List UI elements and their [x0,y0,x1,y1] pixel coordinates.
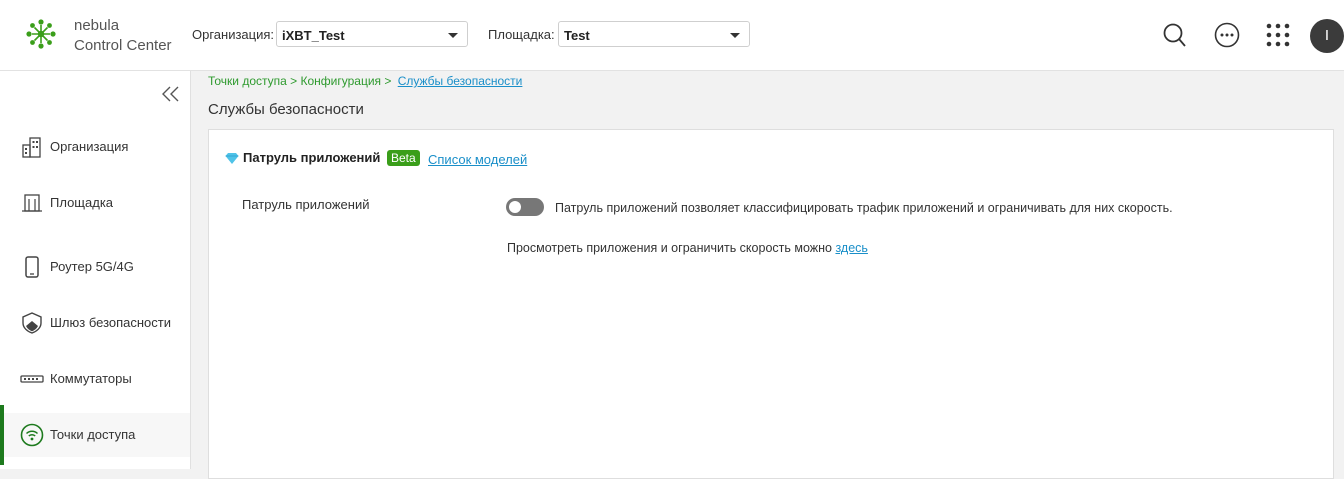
breadcrumb-parent[interactable]: Точки доступа > Конфигурация > [208,74,391,88]
sidebar-item-label: Коммутаторы [50,371,132,386]
collapse-sidebar-icon[interactable] [161,85,181,103]
view-apps-text: Просмотреть приложения и ограничить скор… [507,241,832,255]
panel-title: Патруль приложений [243,150,381,165]
sidebar-item-label: Шлюз безопасности [50,315,172,330]
search-icon[interactable] [1161,21,1189,49]
app-patrol-panel: Патруль приложений Beta Список моделей П… [208,129,1334,479]
chevron-down-icon [448,33,458,38]
sidebar: Организация Площадка Роутер 5G/4G Шлюз б… [0,71,191,469]
org-label: Организация: [192,27,275,42]
building-icon [22,137,41,158]
active-indicator [0,405,4,465]
shield-icon [22,312,42,334]
sidebar-item-label: Организация [50,139,129,154]
model-list-link[interactable]: Список моделей [428,152,527,167]
sidebar-item-switches[interactable]: Коммутаторы [0,357,190,401]
beta-badge: Beta [387,150,420,166]
top-header: nebula Control Center Организация: iXBT_… [0,0,1344,71]
sidebar-item-label: Роутер 5G/4G [50,259,134,274]
sidebar-item-organization[interactable]: Организация [0,125,190,169]
diamond-icon [225,153,239,164]
chevron-down-icon [730,33,740,38]
brand-name: nebula Control Center [74,16,172,56]
site-icon [22,194,42,212]
breadcrumb: Точки доступа > Конфигурация > Службы бе… [208,74,522,88]
org-select[interactable]: iXBT_Test [276,21,468,47]
apps-grid-icon[interactable] [1264,21,1292,49]
page-title: Службы безопасности [208,101,364,118]
wifi-icon [20,423,44,447]
site-select-value: Test [564,28,590,43]
sidebar-item-label: Площадка [50,195,114,210]
sidebar-item-site[interactable]: Площадка [0,181,190,225]
brand-line2: Control Center [74,37,172,54]
sidebar-item-label: Точки доступа [50,427,136,442]
app-patrol-toggle[interactable] [506,198,544,216]
toggle-knob [509,201,521,213]
avatar[interactable]: I [1310,19,1344,53]
org-select-value: iXBT_Test [282,28,345,43]
view-apps-line: Просмотреть приложения и ограничить скор… [507,241,868,255]
switch-icon [20,375,44,383]
mobile-router-icon [25,256,39,278]
nebula-logo[interactable] [24,17,58,51]
sidebar-item-router[interactable]: Роутер 5G/4G [0,245,190,289]
site-select[interactable]: Test [558,21,750,47]
breadcrumb-current[interactable]: Службы безопасности [398,74,523,88]
brand-line1: nebula [74,17,120,34]
app-patrol-label: Патруль приложений [242,197,370,212]
more-icon[interactable] [1213,21,1241,49]
sidebar-item-security-gateway[interactable]: Шлюз безопасности [0,301,190,345]
sidebar-item-access-points[interactable]: Точки доступа [0,405,190,465]
app-patrol-description: Патруль приложений позволяет классифицир… [555,201,1173,215]
view-apps-link[interactable]: здесь [835,241,867,255]
site-label: Площадка: [488,27,555,42]
